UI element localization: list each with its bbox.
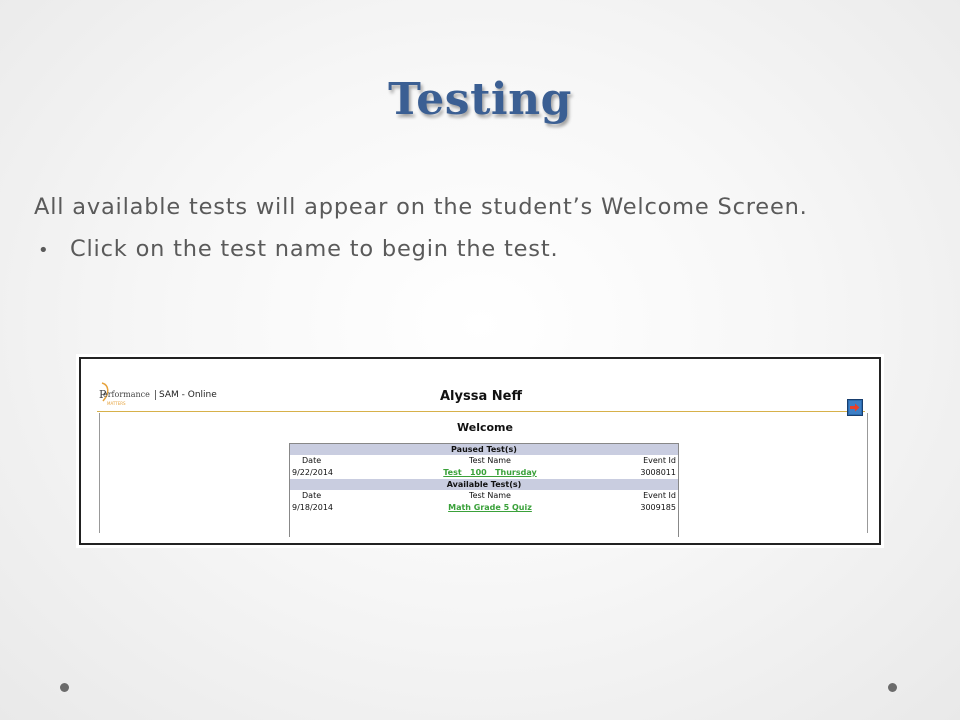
exit-button[interactable] [847, 399, 863, 416]
student-name: Alyssa Neff [440, 389, 522, 404]
test-date: 9/22/2014 [292, 468, 334, 477]
table-row: 9/22/2014 Test 100 Thursday 3008011 [290, 467, 678, 479]
bullet-icon: • [38, 240, 50, 261]
table-header-row: Date Test Name Event Id [290, 455, 678, 467]
screenshot-frame: P erformance MATTERS SAM - Online Alyssa… [79, 357, 881, 545]
column-date: Date [302, 456, 322, 465]
divider [99, 413, 100, 533]
table-row: 9/18/2014 Math Grade 5 Quiz 3009185 [290, 502, 678, 514]
column-date: Date [302, 491, 322, 500]
available-tests-heading: Available Test(s) [290, 479, 678, 490]
event-id: 3009185 [640, 503, 676, 512]
decorative-dot-icon [888, 683, 897, 692]
app-header: P erformance MATTERS SAM - Online Alyssa… [97, 381, 865, 412]
intro-text: All available tests will appear on the s… [34, 194, 808, 220]
slide-title: Testing [388, 74, 572, 125]
table-header-row: Date Test Name Event Id [290, 490, 678, 502]
bullet-item: • Click on the test name to begin the tes… [38, 236, 558, 262]
test-name-link[interactable]: Math Grade 5 Quiz [410, 502, 570, 514]
decorative-dot-icon [60, 683, 69, 692]
exit-arrow-icon [849, 401, 861, 414]
test-name-link[interactable]: Test 100 Thursday [410, 467, 570, 479]
column-test-name: Test Name [469, 456, 511, 465]
welcome-screen-screenshot: P erformance MATTERS SAM - Online Alyssa… [76, 354, 884, 548]
column-event-id: Event Id [643, 456, 676, 465]
paused-tests-heading: Paused Test(s) [290, 444, 678, 455]
divider [867, 413, 868, 533]
tests-table: Paused Test(s) Date Test Name Event Id 9… [289, 443, 679, 537]
bullet-text: Click on the test name to begin the test… [70, 236, 559, 262]
test-date: 9/18/2014 [292, 503, 334, 512]
column-event-id: Event Id [643, 491, 676, 500]
column-test-name: Test Name [469, 491, 511, 500]
welcome-heading: Welcome [457, 421, 513, 434]
event-id: 3008011 [640, 468, 676, 477]
